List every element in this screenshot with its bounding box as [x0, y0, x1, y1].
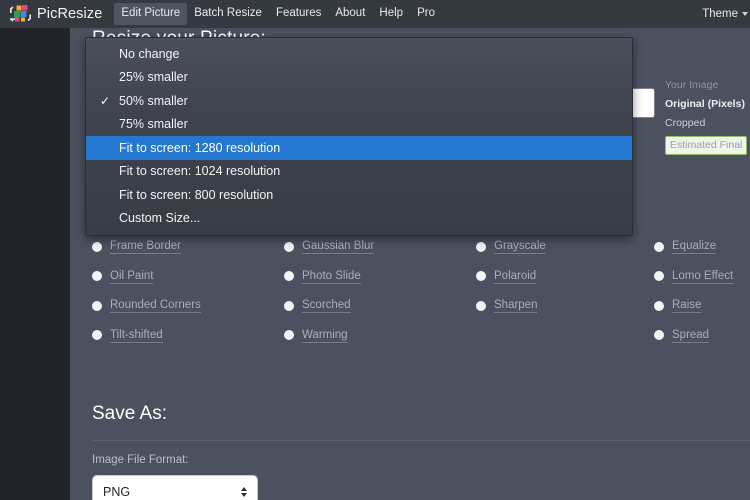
dropdown-option-fit-1024[interactable]: Fit to screen: 1024 resolution — [86, 160, 632, 184]
brand-name: PicResize — [37, 6, 103, 22]
effect-label: Rounded Corners — [110, 299, 201, 314]
sort-updown-icon — [241, 486, 247, 497]
dropdown-option-75-smaller[interactable]: 75% smaller — [86, 113, 632, 137]
dropdown-option-no-change[interactable]: No change — [86, 42, 632, 66]
theme-label: Theme — [702, 8, 738, 20]
radio-icon[interactable] — [654, 300, 664, 311]
effect-label: Warming — [302, 328, 348, 343]
radio-icon[interactable] — [284, 330, 294, 341]
radio-icon[interactable] — [284, 300, 294, 311]
radio-icon[interactable] — [654, 330, 664, 341]
resize-options-dropdown[interactable]: No change 25% smaller ✓ 50% smaller 75% … — [85, 37, 633, 236]
nav-items: Edit Picture Batch Resize Features About… — [114, 0, 442, 28]
effect-empty-slot — [476, 321, 654, 351]
effect-frame-border[interactable]: Frame Border — [92, 232, 284, 262]
effect-label: Raise — [672, 299, 702, 314]
nav-item-pro[interactable]: Pro — [410, 3, 442, 25]
effect-lomo-effect[interactable]: Lomo Effect — [654, 262, 750, 292]
radio-icon[interactable] — [284, 271, 294, 282]
dropdown-option-label: Fit to screen: 800 resolution — [119, 187, 274, 202]
nav-item-batch-resize[interactable]: Batch Resize — [187, 3, 269, 25]
dropdown-option-label: 25% smaller — [119, 70, 188, 85]
effect-spread[interactable]: Spread — [654, 321, 750, 351]
image-file-format-label: Image File Format: — [92, 454, 189, 466]
effect-oil-paint[interactable]: Oil Paint — [92, 262, 284, 292]
effect-label: Lomo Effect — [672, 269, 734, 284]
radio-icon[interactable] — [476, 271, 486, 282]
effect-tilt-shifted[interactable]: Tilt-shifted — [92, 321, 284, 351]
effect-label: Gaussian Blur — [302, 240, 375, 255]
effect-sharpen[interactable]: Sharpen — [476, 291, 654, 321]
effect-label: Scorched — [302, 299, 351, 314]
image-file-format-value: PNG — [103, 484, 131, 499]
radio-icon[interactable] — [92, 271, 102, 282]
effect-photo-slide[interactable]: Photo Slide — [284, 262, 476, 292]
info-row-estimated-final: Estimated Final — [665, 136, 748, 155]
effect-label: Photo Slide — [302, 269, 361, 284]
effect-label: Sharpen — [494, 299, 538, 314]
nav-item-edit-picture[interactable]: Edit Picture — [114, 3, 188, 25]
effect-label: Spread — [672, 328, 710, 343]
chevron-down-icon — [742, 12, 748, 16]
image-file-format-select[interactable]: PNG — [92, 475, 258, 500]
dropdown-option-label: 75% smaller — [119, 117, 188, 132]
nav-item-features[interactable]: Features — [269, 3, 328, 25]
dropdown-option-50-smaller[interactable]: ✓ 50% smaller — [86, 89, 632, 113]
top-navbar: PicResize Edit Picture Batch Resize Feat… — [0, 0, 750, 28]
effect-label: Frame Border — [110, 240, 181, 255]
info-row-original: Original (Pixels) — [665, 98, 745, 110]
effect-label: Grayscale — [494, 240, 546, 255]
effects-grid: Frame Border Gaussian Blur Grayscale Equ… — [92, 232, 750, 350]
effect-raise[interactable]: Raise — [654, 291, 750, 321]
radio-icon[interactable] — [92, 300, 102, 311]
effect-equalize[interactable]: Equalize — [654, 232, 750, 262]
radio-icon[interactable] — [284, 241, 294, 252]
dropdown-option-label: 50% smaller — [119, 93, 188, 108]
effect-warming[interactable]: Warming — [284, 321, 476, 351]
save-as-title: Save As: — [92, 403, 167, 424]
effect-label: Tilt-shifted — [110, 328, 163, 343]
effect-gaussian-blur[interactable]: Gaussian Blur — [284, 232, 476, 262]
dropdown-option-25-smaller[interactable]: 25% smaller — [86, 66, 632, 90]
radio-icon[interactable] — [92, 241, 102, 252]
info-row-cropped: Cropped — [665, 117, 706, 129]
dropdown-option-label: Fit to screen: 1024 resolution — [119, 164, 281, 179]
brand[interactable]: PicResize — [10, 4, 102, 24]
dropdown-option-custom-size[interactable]: Custom Size... — [86, 207, 632, 231]
theme-selector[interactable]: Theme — [702, 8, 748, 20]
effect-grayscale[interactable]: Grayscale — [476, 232, 654, 262]
nav-item-help[interactable]: Help — [372, 3, 410, 25]
dropdown-option-label: Custom Size... — [119, 211, 201, 226]
effect-polaroid[interactable]: Polaroid — [476, 262, 654, 292]
check-icon: ✓ — [100, 93, 111, 108]
app-root: PicResize Edit Picture Batch Resize Feat… — [0, 0, 750, 500]
effect-scorched[interactable]: Scorched — [284, 291, 476, 321]
radio-icon[interactable] — [476, 300, 486, 311]
effect-label: Polaroid — [494, 269, 537, 284]
image-info-panel: Your Image Original (Pixels) Cropped Est… — [665, 76, 750, 155]
effect-rounded-corners[interactable]: Rounded Corners — [92, 291, 284, 321]
nav-item-about[interactable]: About — [328, 3, 372, 25]
dropdown-option-label: No change — [119, 46, 180, 61]
radio-icon[interactable] — [654, 271, 664, 282]
picresize-logo-icon — [10, 4, 31, 24]
effect-label: Equalize — [672, 240, 717, 255]
radio-icon[interactable] — [476, 241, 486, 252]
dropdown-option-label: Fit to screen: 1280 resolution — [119, 140, 281, 155]
effect-label: Oil Paint — [110, 269, 154, 284]
dropdown-option-fit-800[interactable]: Fit to screen: 800 resolution — [86, 183, 632, 207]
info-panel-title: Your Image — [665, 79, 719, 91]
radio-icon[interactable] — [654, 241, 664, 252]
left-gutter — [0, 28, 70, 500]
section-divider — [92, 440, 750, 441]
dropdown-option-fit-1280[interactable]: Fit to screen: 1280 resolution — [86, 136, 632, 160]
radio-icon[interactable] — [92, 330, 102, 341]
